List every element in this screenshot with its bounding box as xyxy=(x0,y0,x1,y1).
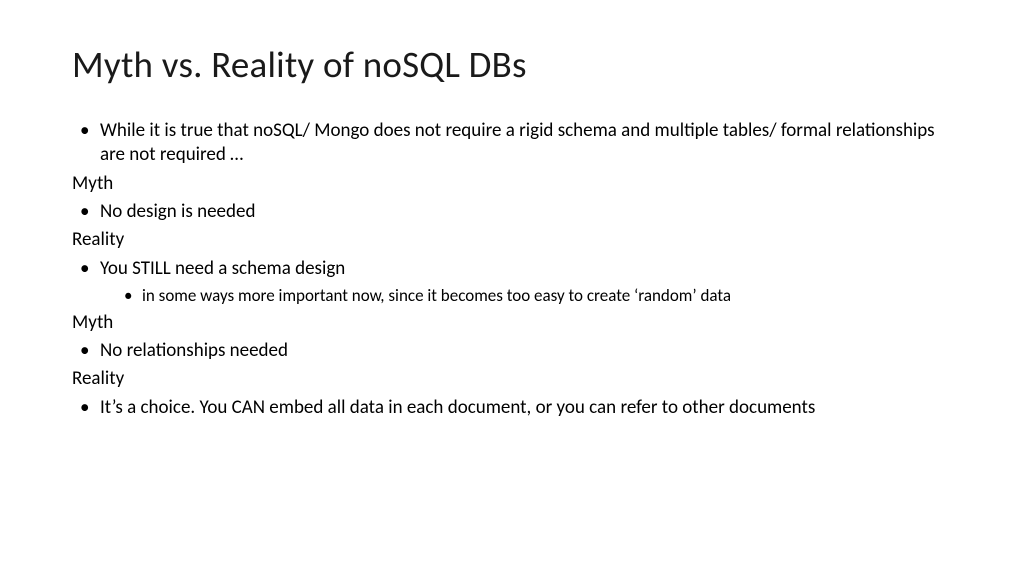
bullet-sub-item: • in some ways more important now, since… xyxy=(72,285,952,307)
bullet-item: • It’s a choice. You CAN embed all data … xyxy=(72,396,952,420)
bullet-marker: • xyxy=(80,119,100,168)
slide-content: • While it is true that noSQL/ Mongo doe… xyxy=(72,119,952,420)
slide-title: Myth vs. Reality of noSQL DBs xyxy=(72,42,952,87)
bullet-item: • You STILL need a schema design xyxy=(72,257,952,281)
bullet-text: No relationships needed xyxy=(100,339,952,363)
bullet-marker: • xyxy=(124,285,142,307)
bullet-marker: • xyxy=(80,200,100,224)
bullet-marker: • xyxy=(80,339,100,363)
bullet-marker: • xyxy=(80,257,100,281)
bullet-text: in some ways more important now, since i… xyxy=(142,285,952,307)
section-label: Myth xyxy=(72,172,952,196)
bullet-text: It’s a choice. You CAN embed all data in… xyxy=(100,396,952,420)
section-label: Myth xyxy=(72,311,952,335)
bullet-text: You STILL need a schema design xyxy=(100,257,952,281)
bullet-item: • While it is true that noSQL/ Mongo doe… xyxy=(72,119,952,168)
section-label: Reality xyxy=(72,228,952,252)
section-label: Reality xyxy=(72,367,952,391)
bullet-marker: • xyxy=(80,396,100,420)
bullet-text: No design is needed xyxy=(100,200,952,224)
bullet-text: While it is true that noSQL/ Mongo does … xyxy=(100,119,952,168)
bullet-item: • No relationships needed xyxy=(72,339,952,363)
bullet-item: • No design is needed xyxy=(72,200,952,224)
